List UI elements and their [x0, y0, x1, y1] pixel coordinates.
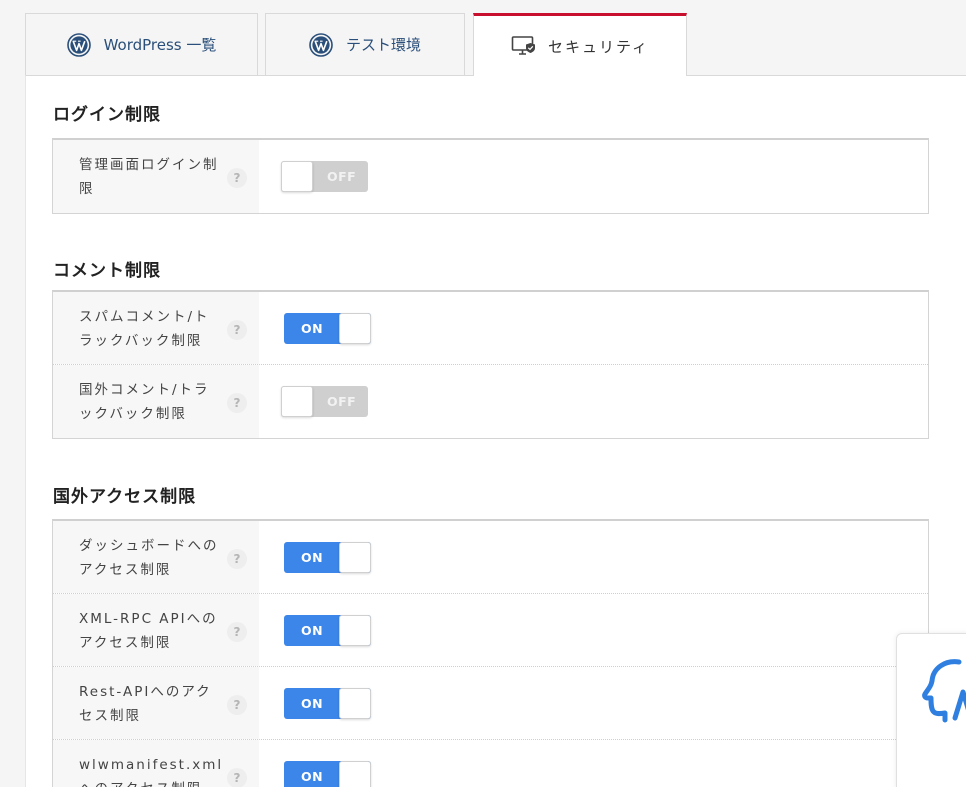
setting-row-spam-comment: スパムコメント/トラックバック制限 ? ON [53, 292, 928, 365]
toggle-knob [339, 615, 371, 646]
toggle-state-label: ON [301, 623, 324, 638]
ai-assistant-widget[interactable] [896, 633, 966, 787]
toggle-state-label: OFF [327, 169, 357, 184]
setting-row-rest-api: Rest-APIへのアクセス制限 ? ON [53, 667, 928, 740]
toggle-state-label: ON [301, 696, 324, 711]
help-icon[interactable]: ? [227, 549, 247, 569]
setting-row-dashboard: ダッシュボードへのアクセス制限 ? ON [53, 521, 928, 594]
setting-label-dashboard: ダッシュボードへのアクセス制限 ? [53, 521, 259, 593]
ai-head-icon [922, 659, 966, 723]
toggle-knob [339, 542, 371, 573]
tab-test-environment[interactable]: テスト環境 [265, 13, 465, 75]
toggle-knob [281, 161, 313, 192]
tab-label: セキュリティ [547, 37, 650, 56]
tab-security[interactable]: セキュリティ [473, 13, 687, 76]
security-settings-page: WordPress 一覧 テスト環境 セキュリティ ログイン制限 管理画面ログイ… [0, 0, 966, 787]
setting-label-xmlrpc: XML-RPC APIへのアクセス制限 ? [53, 594, 259, 666]
tab-wordpress-list[interactable]: WordPress 一覧 [25, 13, 258, 75]
setting-label-admin-login: 管理画面ログイン制限 ? [53, 140, 259, 213]
help-icon[interactable]: ? [227, 320, 247, 340]
setting-label-spam-comment: スパムコメント/トラックバック制限 ? [53, 292, 259, 364]
setting-label-foreign-comment: 国外コメント/トラックバック制限 ? [53, 365, 259, 438]
setting-label-rest-api: Rest-APIへのアクセス制限 ? [53, 667, 259, 739]
tab-label: WordPress 一覧 [103, 36, 217, 54]
toggle-wlwmanifest[interactable]: ON [284, 761, 371, 787]
section-title-foreign-access: 国外アクセス制限 [53, 487, 197, 507]
toggle-spam-comment[interactable]: ON [284, 313, 371, 344]
help-icon[interactable]: ? [227, 168, 247, 188]
toggle-state-label: ON [301, 769, 324, 784]
toggle-knob [339, 313, 371, 344]
toggle-knob [281, 386, 313, 417]
settings-group-comment: スパムコメント/トラックバック制限 ? ON 国外コメント/トラックバック制限 … [52, 290, 929, 439]
toggle-state-label: ON [301, 550, 324, 565]
help-icon[interactable]: ? [227, 622, 247, 642]
toggle-admin-login[interactable]: OFF [281, 161, 368, 192]
toggle-xmlrpc[interactable]: ON [284, 615, 371, 646]
toggle-knob [339, 761, 371, 787]
toggle-rest-api[interactable]: ON [284, 688, 371, 719]
setting-row-foreign-comment: 国外コメント/トラックバック制限 ? OFF [53, 365, 928, 438]
section-title-login: ログイン制限 [53, 105, 161, 125]
settings-group-login: 管理画面ログイン制限 ? OFF [52, 138, 929, 214]
toggle-dashboard[interactable]: ON [284, 542, 371, 573]
section-title-comment: コメント制限 [53, 261, 161, 281]
help-icon[interactable]: ? [227, 393, 247, 413]
settings-group-foreign-access: ダッシュボードへのアクセス制限 ? ON XML-RPC APIへのアクセス制限… [52, 519, 929, 787]
settings-panel: ログイン制限 管理画面ログイン制限 ? OFF コメント制限 スパムコメント/ト… [25, 75, 966, 787]
setting-label-wlwmanifest: wlwmanifest.xmlへのアクセス制限 ? [53, 740, 259, 787]
help-icon[interactable]: ? [227, 768, 247, 787]
toggle-state-label: OFF [327, 394, 357, 409]
setting-row-xmlrpc: XML-RPC APIへのアクセス制限 ? ON [53, 594, 928, 667]
toggle-knob [339, 688, 371, 719]
toggle-foreign-comment[interactable]: OFF [281, 386, 368, 417]
wordpress-icon [66, 32, 91, 57]
setting-row-admin-login: 管理画面ログイン制限 ? OFF [53, 140, 928, 213]
monitor-shield-icon [511, 34, 535, 58]
setting-row-wlwmanifest: wlwmanifest.xmlへのアクセス制限 ? ON [53, 740, 928, 787]
help-icon[interactable]: ? [227, 695, 247, 715]
wordpress-icon [309, 32, 333, 57]
toggle-state-label: ON [301, 321, 324, 336]
tab-label: テスト環境 [345, 36, 421, 54]
